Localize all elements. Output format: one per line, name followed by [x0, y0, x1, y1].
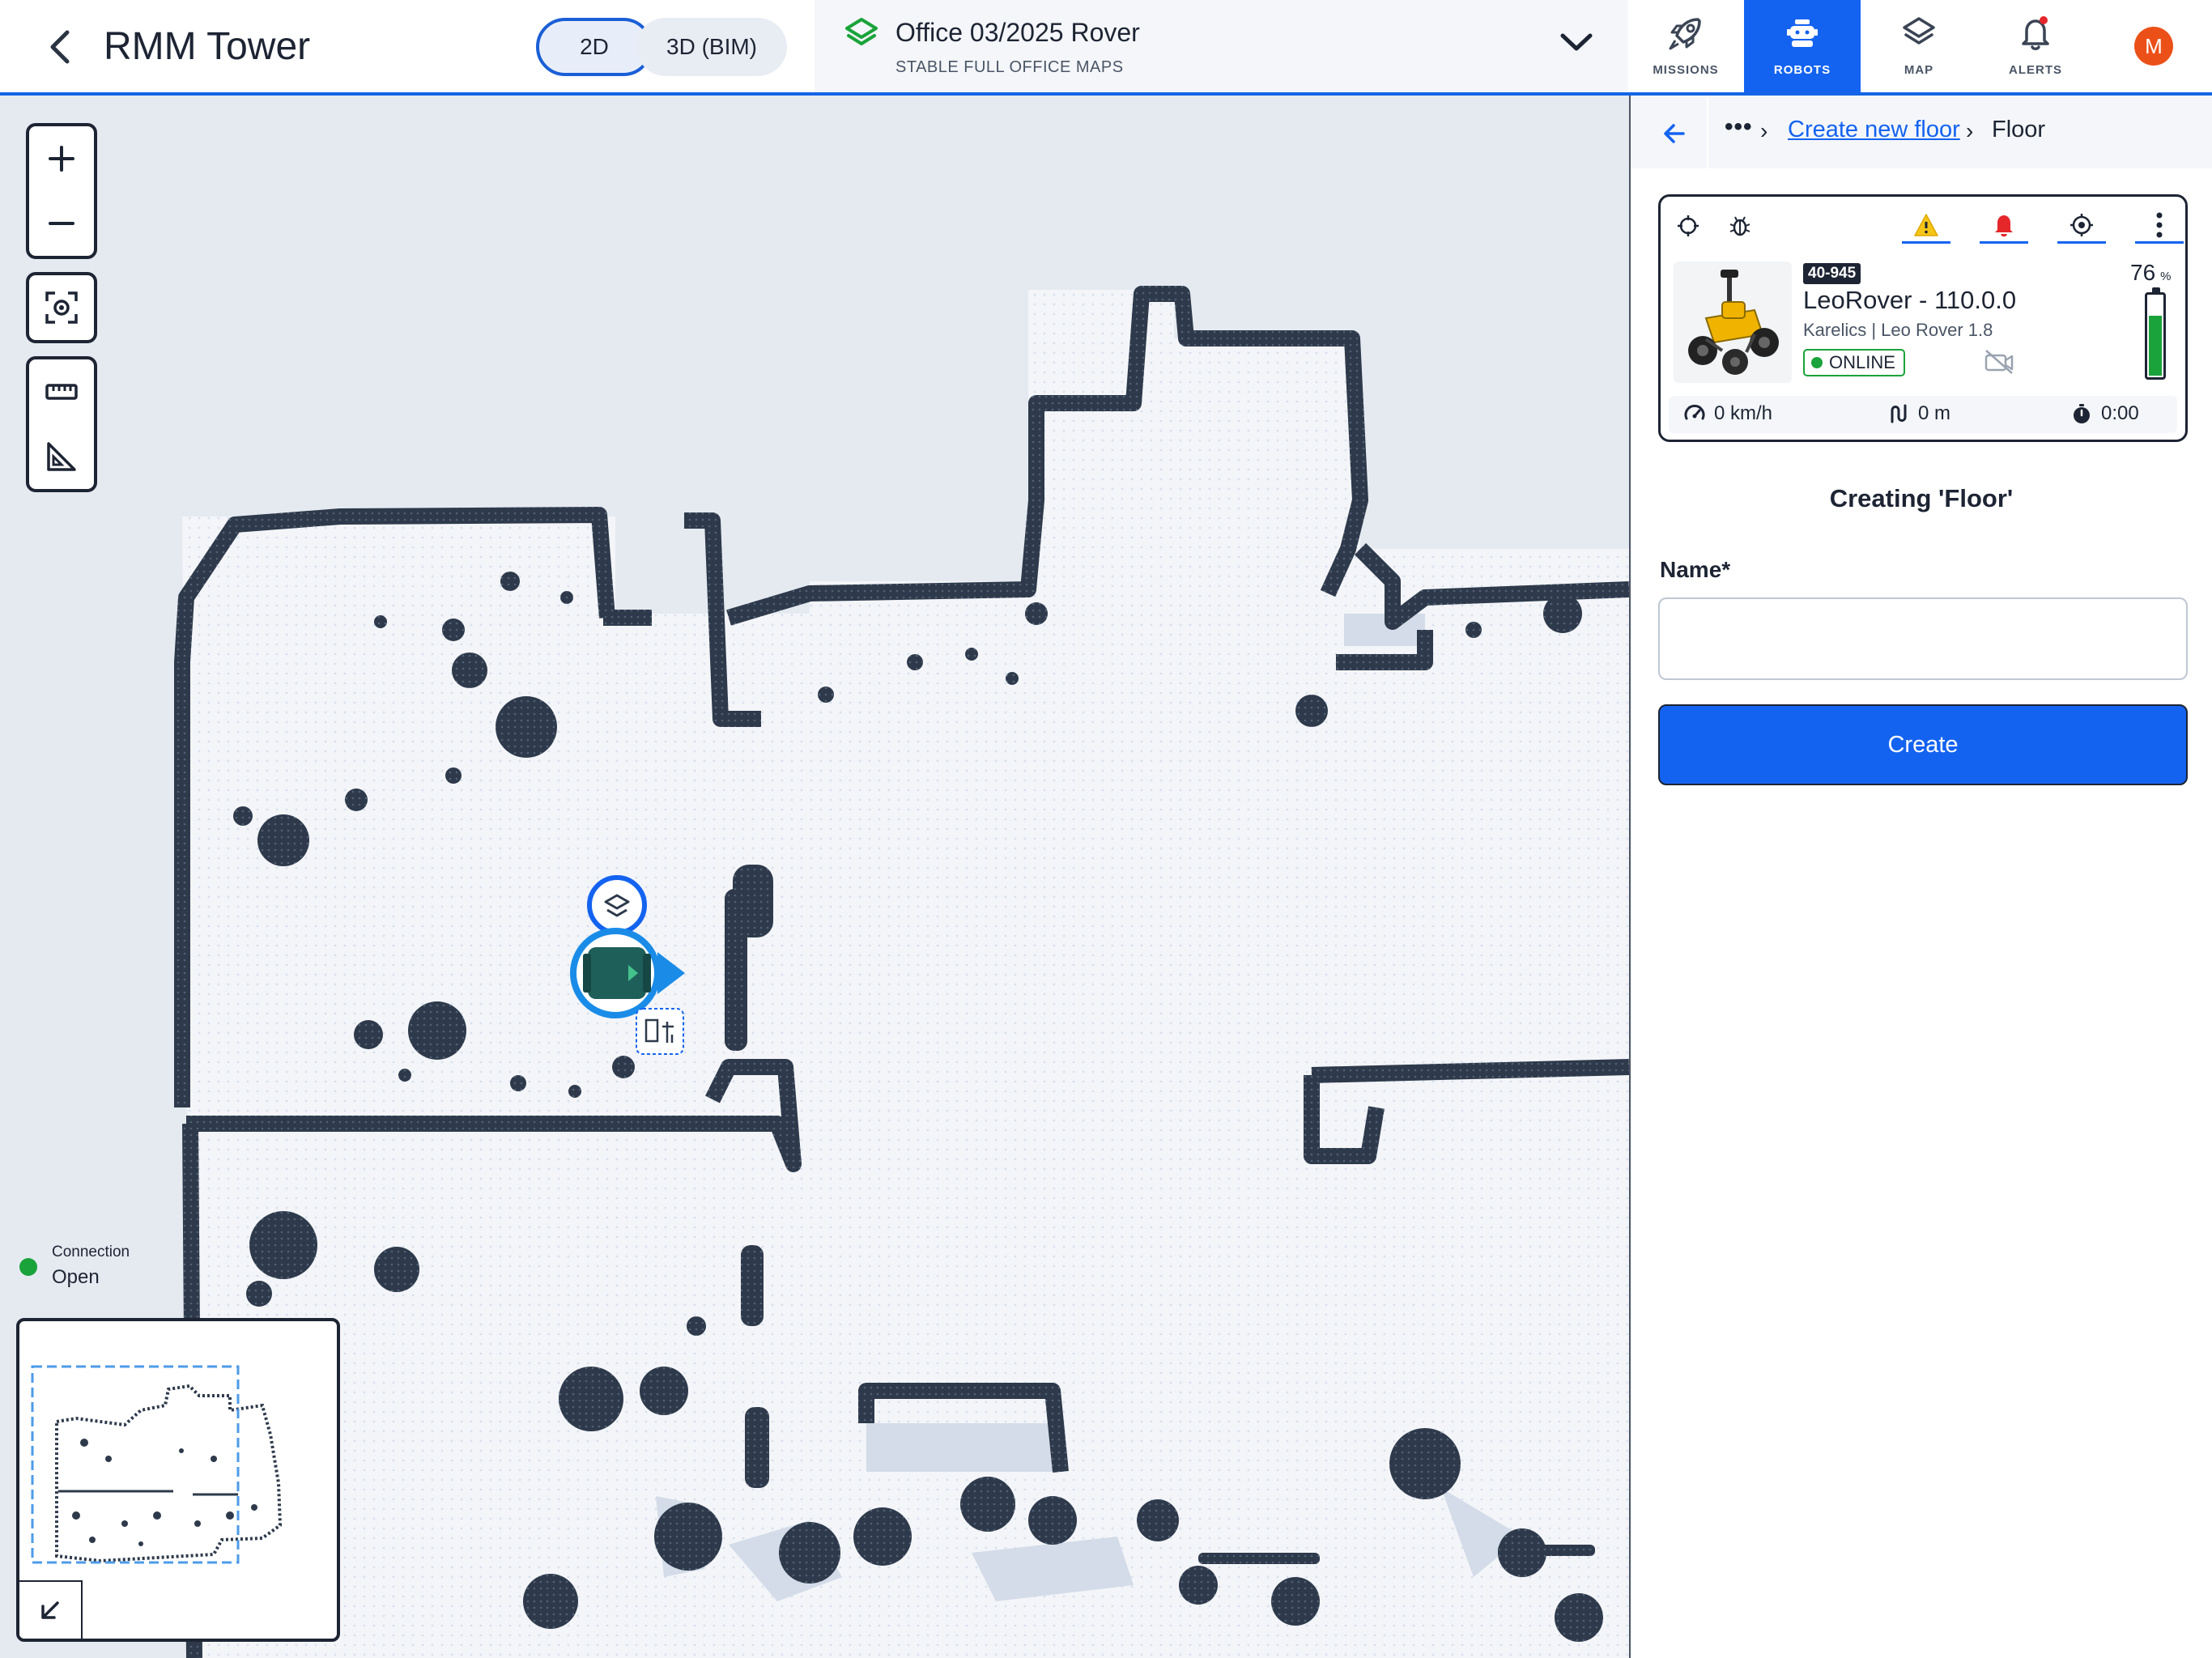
map-selector[interactable]: Office 03/2025 Rover STABLE FULL OFFICE … — [815, 0, 1627, 92]
nav-robots-label: ROBOTS — [1773, 63, 1831, 77]
robot-icon — [1787, 19, 1818, 47]
locate-robot-button[interactable] — [1664, 208, 1712, 244]
robot-settings-chip[interactable] — [636, 1008, 684, 1055]
nav-robots[interactable]: ROBOTS — [1744, 0, 1861, 92]
chevron-down-icon — [1560, 33, 1593, 51]
robot-card[interactable]: 40-945 LeoRover - 110.0.0 Karelics | Leo… — [1658, 194, 2188, 442]
layers-icon — [845, 18, 878, 45]
warnings-button[interactable] — [1902, 208, 1950, 244]
arrow-left-icon — [1664, 124, 1685, 143]
connection-label: Connection — [52, 1244, 130, 1261]
nav-missions[interactable]: MISSIONS — [1627, 0, 1744, 92]
name-field-label: Name* — [1660, 557, 1731, 582]
form-title: Creating 'Floor' — [1829, 484, 2014, 512]
status-text: ONLINE — [1829, 352, 1895, 372]
speed-metric: 0 km/h — [1683, 402, 1772, 425]
layers-icon — [1903, 17, 1935, 45]
breadcrumb-link-create-floor[interactable]: Create new floor — [1788, 117, 1960, 143]
rocket-icon — [1669, 18, 1701, 50]
map-subtitle: STABLE FULL OFFICE MAPS — [895, 58, 1124, 76]
view-3d-button[interactable]: 3D (BIM) — [636, 18, 787, 76]
crosshair-icon — [1678, 215, 1699, 236]
breadcrumb-current: Floor — [1992, 117, 2046, 142]
robot-id-badge: 40-945 — [1803, 263, 1861, 284]
ruler-icon — [45, 384, 78, 400]
time-value: 0:00 — [2101, 402, 2139, 424]
side-panel: ••• › Create new floor › Floor 40-945 Le… — [1629, 96, 2212, 1658]
zoom-out-button[interactable] — [29, 191, 94, 256]
distance-value: 0 m — [1918, 402, 1951, 424]
arrow-down-left-icon — [41, 1601, 59, 1619]
camera-off-icon — [1983, 347, 2015, 380]
distance-metric: 0 m — [1887, 402, 1950, 425]
zoom-controls — [26, 123, 97, 259]
minimap[interactable] — [16, 1318, 340, 1642]
page-title: RMM Tower — [104, 25, 311, 68]
battery-fill — [2149, 315, 2162, 376]
nav-alerts[interactable]: ALERTS — [1977, 0, 2094, 92]
chevron-left-icon — [50, 30, 70, 64]
status-badge: ONLINE — [1803, 349, 1905, 376]
area-measure-button[interactable] — [29, 424, 94, 489]
bell-icon — [1995, 215, 2013, 236]
bell-icon — [2022, 16, 2049, 50]
minus-icon — [49, 222, 74, 225]
create-button[interactable]: Create — [1658, 704, 2188, 785]
map-title: Office 03/2025 Rover — [895, 18, 1140, 47]
center-robot-button[interactable] — [29, 275, 94, 340]
time-metric: 0:00 — [2070, 402, 2139, 425]
robot-model: Karelics | Leo Rover 1.8 — [1803, 320, 1993, 340]
speedometer-icon — [1684, 404, 1705, 420]
set-square-icon — [47, 442, 76, 471]
measure-controls — [26, 356, 97, 492]
target-icon — [2070, 213, 2093, 236]
rover-icon — [1688, 270, 1779, 375]
more-options-button[interactable] — [2135, 208, 2184, 244]
focus-frame-icon — [45, 291, 78, 324]
more-vertical-icon — [2156, 212, 2163, 237]
focus-controls — [26, 272, 97, 343]
bug-icon — [1729, 216, 1750, 236]
stopwatch-icon — [2074, 404, 2090, 423]
robot-image — [1674, 261, 1792, 383]
battery-unit: % — [2160, 270, 2172, 283]
battery-value: 76 — [2130, 260, 2156, 285]
chevron-right-icon: › — [1966, 118, 1974, 143]
robot-metrics: 0 km/h 0 m 0:00 — [1669, 396, 2177, 433]
status-dot — [1811, 357, 1823, 368]
panel-back-button[interactable] — [1650, 115, 1699, 152]
connection-status-dot — [19, 1258, 37, 1276]
breadcrumb-divider — [1707, 96, 1708, 168]
map-canvas[interactable]: Connection Open — [0, 96, 1629, 1658]
top-bar: RMM Tower 2D 3D (BIM) Office 03/2025 Rov… — [0, 0, 2212, 96]
nav-map-label: MAP — [1904, 63, 1934, 77]
alerts-button[interactable] — [1980, 208, 2028, 244]
breadcrumb-more[interactable]: ••• — [1725, 113, 1753, 141]
plus-icon — [49, 146, 74, 172]
avatar[interactable]: M — [2134, 27, 2173, 66]
nav-missions-label: MISSIONS — [1653, 63, 1719, 77]
zoom-in-button[interactable] — [29, 126, 94, 191]
nav-map[interactable]: MAP — [1861, 0, 1977, 92]
connection-value: Open — [52, 1266, 100, 1288]
speed-value: 0 km/h — [1714, 402, 1773, 424]
chevron-right-icon: › — [1760, 118, 1768, 143]
name-field[interactable] — [1658, 597, 2188, 680]
robot-name: LeoRover - 110.0.0 — [1803, 286, 2017, 314]
route-icon — [1891, 404, 1907, 423]
target-button[interactable] — [2057, 208, 2106, 244]
battery-icon — [2145, 287, 2166, 380]
breadcrumb: ••• › Create new floor › Floor — [1631, 96, 2212, 168]
ruler-button[interactable] — [29, 359, 94, 424]
debug-button[interactable] — [1716, 208, 1764, 244]
minimap-collapse-button[interactable] — [19, 1580, 83, 1639]
back-button[interactable] — [36, 23, 84, 71]
warning-icon — [1914, 213, 1938, 236]
nav-alerts-label: ALERTS — [2009, 63, 2062, 77]
battery-level: 76% — [2130, 260, 2172, 286]
view-2d-button[interactable]: 2D — [536, 18, 653, 76]
